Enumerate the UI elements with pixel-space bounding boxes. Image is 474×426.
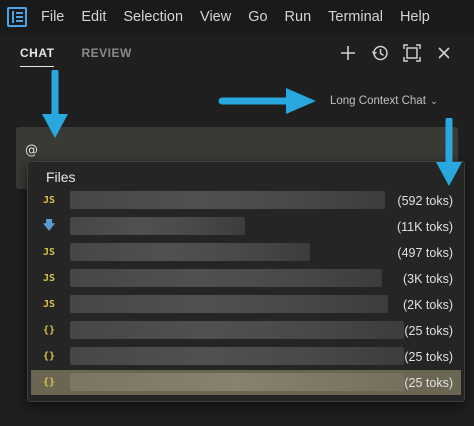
blurred-filename [70,243,310,261]
json-file-icon: {} [42,351,56,362]
model-selector-label: Long Context Chat [330,95,426,107]
token-count: (11K toks) [396,219,453,234]
dropdown-title: Files [46,169,76,185]
chat-input-value: @ [25,143,38,158]
menu-selection[interactable]: Selection [123,9,183,25]
file-item[interactable]: JS (497 toks) [31,240,461,265]
menu-go[interactable]: Go [248,9,267,25]
annotation-arrow-down-left [42,70,68,138]
file-item[interactable]: 🡇 (11K toks) [31,214,461,239]
blurred-filename [70,295,388,313]
chevron-down-icon: ⌄ [429,95,439,107]
js-file-icon: JS [42,247,56,258]
blurred-filename [70,373,404,391]
menu-terminal[interactable]: Terminal [328,9,383,25]
token-count: (497 toks) [397,245,453,260]
model-selector[interactable]: Long Context Chat ⌄ [330,95,438,107]
annotation-arrow-down-right [436,118,462,186]
token-count: (25 toks) [404,349,453,364]
file-item[interactable]: JS (3K toks) [31,266,461,291]
token-count: (592 toks) [397,193,453,208]
menu-edit[interactable]: Edit [81,9,106,25]
menu-bar: File Edit Selection View Go Run Terminal… [0,0,474,33]
js-file-icon: JS [42,299,56,310]
file-item-selected[interactable]: {} (25 toks) [31,370,461,395]
token-count: (25 toks) [404,323,453,338]
file-mention-dropdown: Files JS (592 toks) 🡇 (11K toks) JS (497… [27,161,465,402]
tab-review[interactable]: REVIEW [81,46,131,67]
plus-icon[interactable] [338,43,358,63]
token-count: (25 toks) [404,375,453,390]
token-count: (2K toks) [402,297,453,312]
file-item[interactable]: JS (592 toks) [31,188,461,213]
maximize-icon[interactable] [402,43,422,63]
tab-chat[interactable]: CHAT [20,46,55,67]
js-file-icon: JS [42,273,56,284]
blurred-filename [70,217,245,235]
annotation-arrow-right [218,88,316,114]
blurred-filename [70,321,404,339]
json-file-icon: {} [42,325,56,336]
panel-actions [338,43,454,63]
file-item[interactable]: {} (25 toks) [31,318,461,343]
blurred-filename [70,347,404,365]
file-item[interactable]: JS (2K toks) [31,292,461,317]
menu-view[interactable]: View [200,9,231,25]
menu-run[interactable]: Run [285,9,312,25]
js-file-icon: JS [42,195,56,206]
panel-tabs: CHAT REVIEW [20,46,132,67]
download-arrow-icon: 🡇 [42,218,56,232]
json-file-icon: {} [42,377,56,388]
close-icon[interactable] [434,43,454,63]
menu-file[interactable]: File [41,9,64,25]
token-count: (3K toks) [402,271,453,286]
app-logo-icon [7,6,27,27]
menu-help[interactable]: Help [400,9,430,25]
blurred-filename [70,269,382,287]
history-icon[interactable] [370,43,390,63]
file-item[interactable]: {} (25 toks) [31,344,461,369]
blurred-filename [70,191,385,209]
